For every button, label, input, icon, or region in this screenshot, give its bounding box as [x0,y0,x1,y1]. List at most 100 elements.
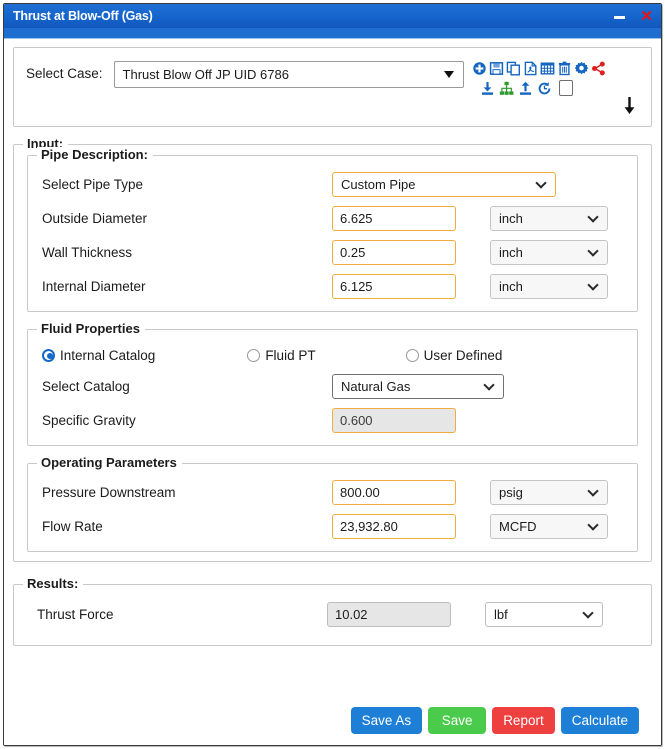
hierarchy-icon[interactable] [499,81,514,96]
row-specific-gravity: Specific Gravity 0.600 [28,403,637,437]
thrust-force-output: 10.02 [327,601,451,627]
outside-diameter-unit-dropdown[interactable]: inch [490,205,608,231]
case-toolbar-row-1 [472,61,607,76]
label-select-pipe-type: Select Pipe Type [42,176,144,192]
case-panel: Select Case: Thrust Blow Off JP UID 6786 [13,47,652,127]
spreadsheet-icon[interactable] [540,61,555,76]
save-icon[interactable] [489,61,504,76]
wall-thickness-unit-value: inch [499,244,523,260]
wall-thickness-unit-dropdown[interactable]: inch [490,239,608,265]
select-case-dropdown[interactable]: Thrust Blow Off JP UID 6786 [113,61,464,88]
input-group: Input: Pipe Description: Select Pipe Typ… [13,136,652,562]
results-legend: Results: [23,576,84,591]
chevron-down-icon [589,212,598,221]
add-icon[interactable] [472,61,487,76]
calculate-button[interactable]: Calculate [560,707,639,734]
case-toolbar-row-2 [480,80,607,96]
label-internal-diameter: Internal Diameter [42,278,146,294]
app-root: Thrust at Blow-Off (Gas) ✕ Select Case: … [0,0,665,749]
wall-thickness-input[interactable]: 0.25 [332,239,456,265]
save-button[interactable]: Save [428,707,487,734]
pressure-downstream-unit-value: psig [499,484,523,500]
share-icon[interactable] [591,61,606,76]
operating-parameters-legend: Operating Parameters [37,455,182,470]
radio-indicator [247,348,261,362]
pdf-icon[interactable] [523,61,538,76]
flow-rate-unit-value: MCFD [499,518,537,534]
label-thrust-force: Thrust Force [37,606,114,622]
flow-rate-input[interactable]: 23,932.80 [332,513,456,539]
radio-internal-catalog-label: Internal Catalog [60,347,156,363]
title-bar: Thrust at Blow-Off (Gas) ✕ [4,4,661,28]
copy-icon[interactable] [506,61,521,76]
expand-down-arrow-icon[interactable] [622,97,637,121]
pressure-downstream-unit-dropdown[interactable]: psig [490,479,608,505]
pipe-description-group: Pipe Description: Select Pipe Type Custo… [27,147,638,312]
operating-parameters-group: Operating Parameters Pressure Downstream… [27,455,638,552]
history-icon[interactable] [537,81,552,96]
select-catalog-value: Natural Gas [341,378,411,394]
label-pressure-downstream: Pressure Downstream [42,484,176,500]
internal-diameter-unit-value: inch [499,278,523,294]
flow-rate-unit-dropdown[interactable]: MCFD [490,513,608,539]
dialog-window: Thrust at Blow-Off (Gas) ✕ Select Case: … [3,3,662,746]
outside-diameter-unit-value: inch [499,210,523,226]
chevron-down-icon [537,178,546,187]
title-accent-band [4,28,661,39]
save-as-button[interactable]: Save As [350,707,423,734]
thrust-force-unit-value: lbf [494,606,508,622]
radio-fluid-pt[interactable]: Fluid PT [247,347,316,363]
delete-icon[interactable] [557,61,572,76]
results-group: Results: Thrust Force 10.02 lbf [13,576,652,646]
row-internal-diameter: Internal Diameter 6.125 inch [28,269,637,303]
radio-internal-catalog[interactable]: Internal Catalog [42,348,155,363]
fluid-properties-group: Fluid Properties Internal Catalog Fluid … [27,321,638,446]
pressure-downstream-input[interactable]: 800.00 [332,479,456,505]
label-select-catalog: Select Catalog [42,378,130,394]
radio-user-defined-label: User Defined [423,347,503,363]
minimize-button[interactable] [613,10,626,23]
select-pipe-type-value: Custom Pipe [341,176,416,192]
label-outside-diameter: Outside Diameter [42,210,148,226]
radio-user-defined[interactable]: User Defined [405,347,503,363]
chevron-down-icon [584,608,593,617]
outside-diameter-input[interactable]: 6.625 [332,205,456,231]
row-outside-diameter: Outside Diameter 6.625 inch [28,201,637,235]
row-select-catalog: Select Catalog Natural Gas [28,369,637,403]
fluid-source-radio-group: Internal Catalog Fluid PT User Defined [28,341,637,369]
fluid-properties-legend: Fluid Properties [37,321,145,336]
internal-diameter-unit-dropdown[interactable]: inch [490,273,608,299]
row-select-pipe-type: Select Pipe Type Custom Pipe [28,167,637,201]
window-title: Thrust at Blow-Off (Gas) [13,9,153,23]
radio-fluid-pt-label: Fluid PT [265,347,316,363]
pipe-description-legend: Pipe Description: [37,147,153,162]
window-body: Select Case: Thrust Blow Off JP UID 6786 [4,39,661,745]
import-icon[interactable] [480,81,495,96]
radio-indicator [42,348,55,362]
settings-icon[interactable] [574,61,589,76]
chevron-down-icon [589,246,598,255]
window-controls: ✕ [613,4,653,28]
export-icon[interactable] [518,81,533,96]
row-thrust-force: Thrust Force 10.02 lbf [23,597,642,631]
row-wall-thickness: Wall Thickness 0.25 inch [28,235,637,269]
radio-indicator [405,348,419,362]
footer-button-bar: Save As Save Report Calculate [13,707,652,739]
toolbar-checkbox[interactable] [558,80,573,96]
select-pipe-type-dropdown[interactable]: Custom Pipe [332,171,556,197]
chevron-down-icon [589,280,598,289]
label-wall-thickness: Wall Thickness [42,244,133,260]
internal-diameter-input[interactable]: 6.125 [332,273,456,299]
chevron-down-icon [589,520,598,529]
chevron-down-icon [589,486,598,495]
thrust-force-unit-dropdown[interactable]: lbf [485,601,603,627]
select-catalog-dropdown[interactable]: Natural Gas [332,373,504,399]
chevron-down-icon [443,71,454,78]
case-toolbar [472,61,607,96]
report-button[interactable]: Report [492,707,555,734]
chevron-down-icon [485,380,494,389]
select-case-label: Select Case: [26,66,103,81]
row-flow-rate: Flow Rate 23,932.80 MCFD [28,509,637,543]
select-case-value: Thrust Blow Off JP UID 6786 [122,67,289,82]
close-button[interactable]: ✕ [640,9,653,24]
